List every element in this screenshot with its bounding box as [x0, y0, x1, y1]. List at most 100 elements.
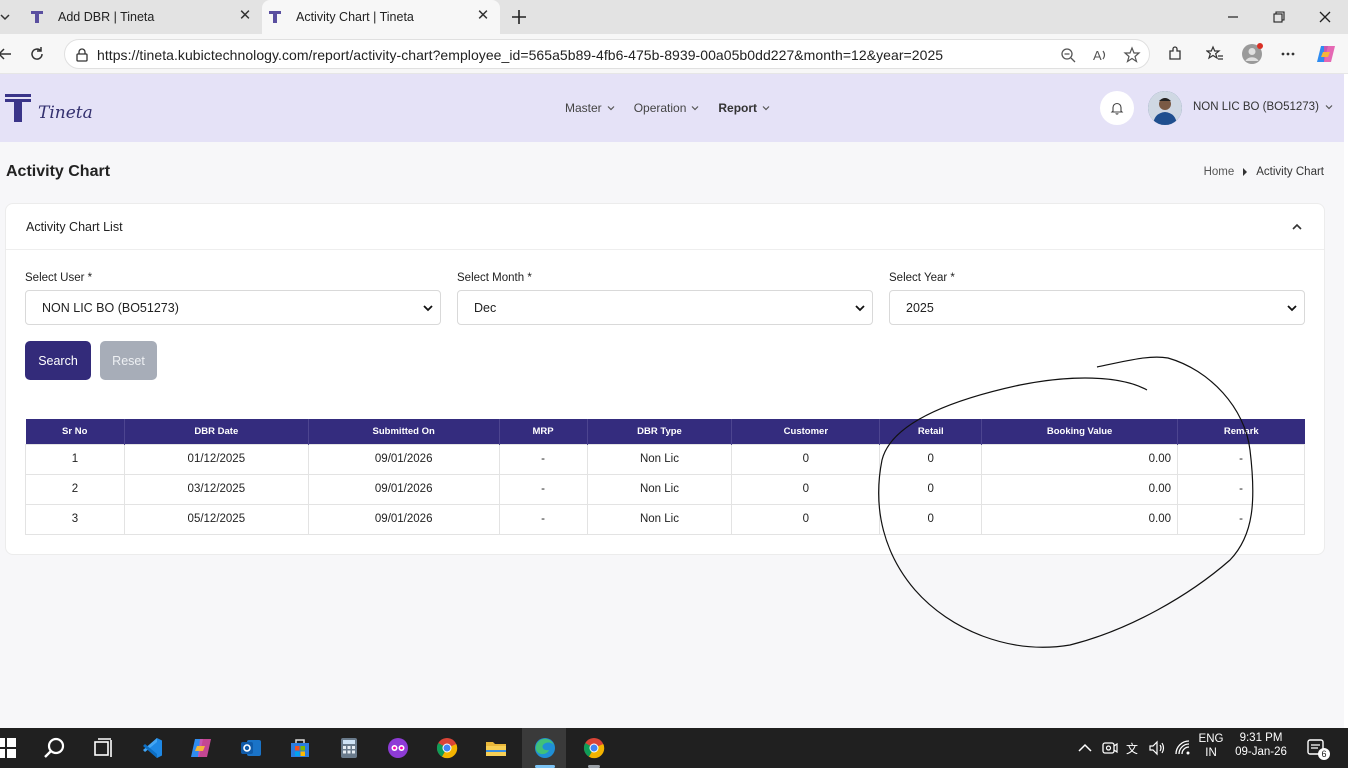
- cell-retail: 0: [879, 503, 983, 535]
- favorite-star-icon[interactable]: [1123, 46, 1141, 64]
- chevron-down-icon: [607, 106, 615, 111]
- breadcrumb-home-link[interactable]: Home: [1204, 166, 1235, 178]
- notification-bell-button[interactable]: [1100, 91, 1134, 125]
- favorites-icon[interactable]: [1206, 45, 1224, 63]
- select-month-value: Dec: [474, 301, 497, 315]
- cell-dbr-date: 05/12/2025: [123, 503, 309, 535]
- chrome-icon[interactable]: [582, 736, 606, 760]
- language-indicator[interactable]: ENG IN: [1196, 733, 1226, 759]
- camera-in-use-icon[interactable]: [1101, 739, 1119, 757]
- tab-add-dbr[interactable]: Add DBR | Tineta ✕: [0, 0, 262, 34]
- more-options-icon[interactable]: [1279, 45, 1297, 63]
- select-year-value: 2025: [906, 301, 934, 315]
- user-avatar[interactable]: [1148, 91, 1182, 125]
- select-month-dropdown[interactable]: Dec: [457, 290, 873, 325]
- column-header[interactable]: Sr No: [25, 419, 125, 444]
- tab-title: Add DBR | Tineta: [58, 10, 155, 24]
- cell-customer: 0: [731, 443, 881, 475]
- windows-start-icon[interactable]: [0, 736, 18, 760]
- cell-submitted-on: 09/01/2026: [307, 443, 500, 475]
- read-aloud-icon[interactable]: A: [1091, 46, 1109, 64]
- tineta-favicon-icon: [269, 11, 281, 23]
- cell-remark: -: [1177, 443, 1305, 475]
- outlook-icon[interactable]: [239, 736, 263, 760]
- reset-button[interactable]: Reset: [100, 341, 157, 380]
- column-header[interactable]: Customer: [731, 419, 881, 444]
- cell-sr-no: 2: [25, 473, 125, 505]
- clock[interactable]: 9:31 PM 09-Jan-26: [1232, 732, 1290, 758]
- volume-icon[interactable]: [1148, 739, 1166, 757]
- nav-report[interactable]: Report: [718, 101, 771, 115]
- minimize-icon[interactable]: [1224, 8, 1242, 26]
- activity-chart-card: Activity Chart List Select User * NON LI…: [5, 203, 1325, 555]
- refresh-icon[interactable]: [28, 45, 46, 63]
- cell-mrp: -: [498, 443, 588, 475]
- clipchamp-icon[interactable]: [386, 736, 410, 760]
- copilot-icon[interactable]: [1315, 43, 1337, 65]
- column-header[interactable]: Submitted On: [308, 419, 500, 444]
- chrome-icon[interactable]: [435, 736, 459, 760]
- table-header-row: Sr No DBR Date Submitted On MRP DBR Type…: [25, 419, 1305, 444]
- svg-text:A: A: [1093, 48, 1102, 63]
- extensions-icon[interactable]: [1166, 45, 1184, 63]
- table-row: 1 01/12/2025 09/01/2026 - Non Lic 0 0 0.…: [25, 443, 1305, 475]
- nav-master[interactable]: Master: [565, 101, 616, 115]
- show-hidden-icons-chevron-icon[interactable]: [1076, 739, 1094, 757]
- vscode-icon[interactable]: [140, 736, 164, 760]
- close-window-icon[interactable]: [1316, 8, 1334, 26]
- nav-label: Operation: [633, 101, 687, 115]
- back-arrow-icon[interactable]: [0, 45, 14, 63]
- page-title: Activity Chart: [6, 163, 111, 180]
- file-explorer-icon[interactable]: [484, 736, 508, 760]
- nav-operation[interactable]: Operation: [634, 101, 701, 115]
- app-header: Tineta Master Operation Report NON LIC B…: [0, 74, 1344, 142]
- chevron-up-icon[interactable]: [1290, 220, 1304, 234]
- profile-avatar-icon[interactable]: [1241, 43, 1263, 65]
- column-header[interactable]: DBR Type: [587, 419, 733, 444]
- microsoft-365-copilot-icon[interactable]: [189, 736, 213, 760]
- microsoft-store-icon[interactable]: [288, 736, 312, 760]
- clock-time: 9:31 PM: [1239, 732, 1283, 744]
- column-header[interactable]: MRP: [499, 419, 588, 444]
- select-user-dropdown[interactable]: NON LIC BO (BO51273): [25, 290, 441, 325]
- breadcrumb-current: Activity Chart: [1256, 166, 1324, 178]
- main-nav: Master Operation Report: [565, 101, 771, 115]
- input-method-icon[interactable]: 文: [1125, 739, 1143, 757]
- close-tab-icon[interactable]: ✕: [238, 8, 252, 23]
- new-tab-plus-icon[interactable]: [508, 6, 530, 28]
- column-header[interactable]: Booking Value: [981, 419, 1179, 444]
- task-view-icon[interactable]: [91, 736, 115, 760]
- column-header[interactable]: DBR Date: [124, 419, 309, 444]
- search-button[interactable]: Search: [25, 341, 91, 380]
- search-icon[interactable]: [43, 736, 67, 760]
- browser-tab-bar: Add DBR | Tineta ✕ Activity Chart | Tine…: [0, 0, 1348, 34]
- zoom-out-icon[interactable]: [1059, 46, 1077, 64]
- site-info-lock-icon[interactable]: [74, 47, 90, 63]
- bell-icon: [1110, 102, 1124, 115]
- url-text: https://tineta.kubictechnology.com/repor…: [97, 47, 944, 63]
- chevron-down-icon: [762, 106, 770, 111]
- close-tab-icon[interactable]: ✕: [476, 8, 490, 23]
- select-user-label: Select User *: [25, 272, 93, 284]
- cell-dbr-type: Non Lic: [586, 503, 733, 535]
- clock-date: 09-Jan-26: [1235, 746, 1287, 758]
- chevron-down-icon: [1325, 105, 1333, 110]
- user-menu-toggle[interactable]: NON LIC BO (BO51273): [1193, 101, 1334, 113]
- restore-icon[interactable]: [1270, 8, 1288, 26]
- edge-browser-icon[interactable]: [533, 736, 557, 760]
- column-header[interactable]: Retail: [879, 419, 983, 444]
- wifi-icon[interactable]: [1174, 739, 1192, 757]
- cell-dbr-type: Non Lic: [586, 443, 733, 475]
- select-year-dropdown[interactable]: 2025: [889, 290, 1305, 325]
- language-line-2: IN: [1205, 747, 1217, 759]
- tineta-favicon-icon: [31, 11, 43, 23]
- svg-text:文: 文: [1126, 741, 1138, 756]
- calculator-icon[interactable]: [337, 736, 361, 760]
- url-input[interactable]: https://tineta.kubictechnology.com/repor…: [64, 39, 1150, 69]
- user-photo-icon: [1148, 91, 1182, 125]
- column-header[interactable]: Remark: [1177, 419, 1305, 444]
- page-scrollbar-edge[interactable]: [1344, 74, 1348, 728]
- nav-label: Report: [718, 101, 758, 115]
- tab-activity-chart[interactable]: Activity Chart | Tineta ✕: [262, 0, 500, 34]
- cell-booking-value: 0.00: [981, 443, 1179, 475]
